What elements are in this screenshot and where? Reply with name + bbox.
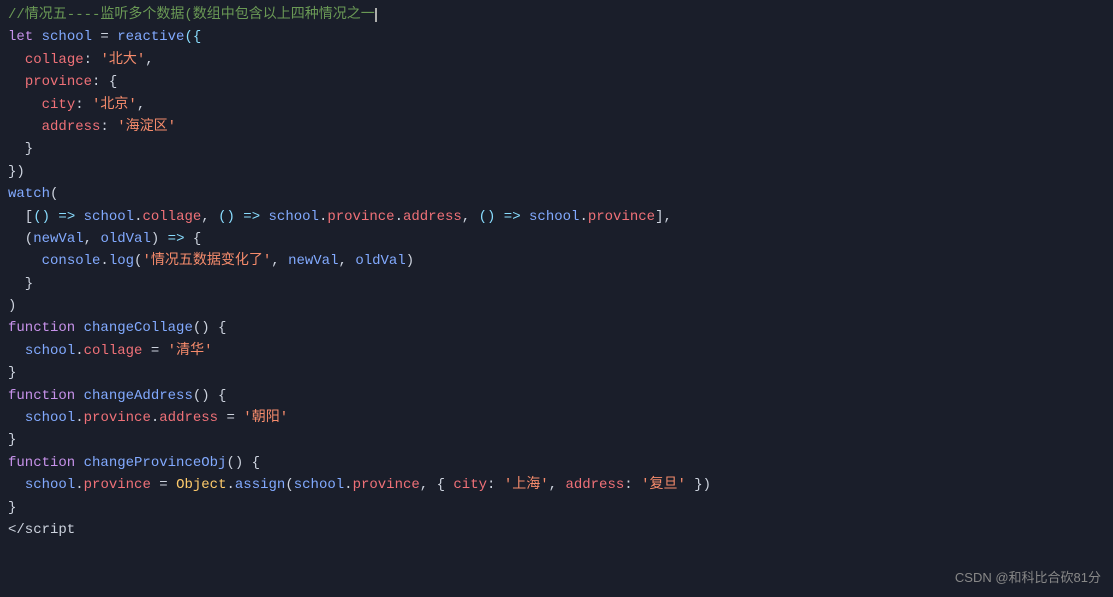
code-line-5: city: '北京',	[0, 94, 1113, 116]
comment-text: //情况五----监听多个数据(数组中包含以上四种情况之一	[8, 4, 375, 26]
code-line-23: }	[0, 497, 1113, 519]
code-line-10: [() => school.collage, () => school.prov…	[0, 206, 1113, 228]
code-line-2: let school = reactive({	[0, 26, 1113, 48]
watermark: CSDN @和科比合砍81分	[955, 568, 1101, 589]
code-line-13: }	[0, 273, 1113, 295]
code-line-24: </script	[0, 519, 1113, 541]
code-line-14: )	[0, 295, 1113, 317]
code-line-22: school.province = Object.assign(school.p…	[0, 474, 1113, 496]
code-editor: //情况五----监听多个数据(数组中包含以上四种情况之一 let school…	[0, 0, 1113, 597]
code-line-3: collage: '北大',	[0, 49, 1113, 71]
code-line-17: }	[0, 362, 1113, 384]
code-line-19: school.province.address = '朝阳'	[0, 407, 1113, 429]
code-line-1: //情况五----监听多个数据(数组中包含以上四种情况之一	[0, 4, 1113, 26]
code-line-15: function changeCollage() {	[0, 317, 1113, 339]
code-line-4: province: {	[0, 71, 1113, 93]
var-school: school	[42, 26, 92, 48]
op-eq: =	[92, 26, 117, 48]
code-line-7: }	[0, 138, 1113, 160]
code-line-11: (newVal, oldVal) => {	[0, 228, 1113, 250]
code-line-12: console.log('情况五数据变化了', newVal, oldVal)	[0, 250, 1113, 272]
kw-let: let	[8, 26, 42, 48]
code-line-16: school.collage = '清华'	[0, 340, 1113, 362]
code-line-9: watch(	[0, 183, 1113, 205]
code-line-8: })	[0, 161, 1113, 183]
code-line-18: function changeAddress() {	[0, 385, 1113, 407]
code-line-6: address: '海淀区'	[0, 116, 1113, 138]
fn-reactive: reactive	[117, 26, 184, 48]
code-line-20: }	[0, 429, 1113, 451]
code-line-21: function changeProvinceObj() {	[0, 452, 1113, 474]
